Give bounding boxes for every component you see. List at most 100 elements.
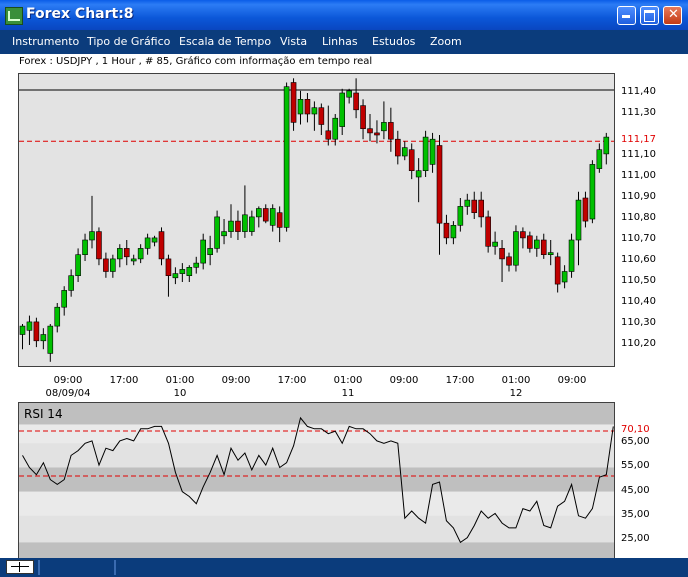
candle-body[interactable] [269, 208, 276, 226]
candle-body[interactable] [436, 145, 443, 224]
candle-body[interactable] [589, 164, 596, 220]
candle-body[interactable] [262, 208, 269, 222]
candle-body[interactable] [450, 225, 457, 239]
candle-body[interactable] [485, 216, 491, 247]
candle-body[interactable] [228, 220, 234, 232]
candle-body[interactable] [540, 239, 547, 255]
candle-body[interactable] [19, 325, 26, 335]
candle-body[interactable] [533, 239, 540, 249]
candle-body[interactable] [249, 216, 255, 232]
candle-body[interactable] [381, 122, 387, 132]
candle-body[interactable] [82, 239, 88, 255]
candle-body[interactable] [68, 275, 74, 291]
candle-body[interactable] [422, 136, 429, 171]
candle-body[interactable] [527, 235, 533, 249]
candle-body[interactable] [297, 98, 304, 115]
candle-body[interactable] [200, 239, 206, 264]
candle-body[interactable] [207, 248, 213, 255]
menu-zoom[interactable]: Zoom [430, 35, 462, 48]
candle-body[interactable] [575, 199, 582, 241]
menu-escala-de-tempo[interactable]: Escala de Tempo [179, 35, 271, 48]
candle-body[interactable] [478, 199, 485, 218]
candle-body[interactable] [103, 258, 109, 272]
candle-body[interactable] [339, 92, 346, 127]
candle-body[interactable] [415, 170, 422, 178]
menu-tipo-de-grafico[interactable]: Tipo de Gráfico [87, 35, 170, 48]
candle-body[interactable] [492, 241, 498, 247]
candle-body[interactable] [110, 258, 116, 272]
candle-body[interactable] [172, 273, 179, 279]
candle-body[interactable] [318, 107, 325, 125]
candle-body[interactable] [61, 290, 68, 308]
candle-body[interactable] [596, 149, 603, 169]
candle-body[interactable] [193, 262, 200, 268]
candle-body[interactable] [283, 86, 290, 228]
candle-body[interactable] [221, 231, 227, 237]
candle-body[interactable] [123, 248, 130, 258]
candle-body[interactable] [353, 92, 359, 111]
candle-body[interactable] [130, 258, 137, 262]
rsi-panel[interactable]: RSI 14 [18, 402, 615, 559]
candle-body[interactable] [54, 306, 61, 327]
candle-body[interactable] [374, 132, 380, 136]
candle-body[interactable] [290, 82, 297, 123]
candle-body[interactable] [256, 208, 262, 218]
candle-body[interactable] [457, 206, 464, 226]
candle-body[interactable] [506, 256, 512, 266]
price-chart-panel[interactable] [18, 73, 615, 367]
candle-body[interactable] [242, 214, 248, 232]
candle-body[interactable] [151, 237, 158, 243]
crosshair-tool-button[interactable] [6, 560, 34, 574]
candle-body[interactable] [367, 128, 373, 134]
candle-body[interactable] [311, 107, 318, 115]
candle-body[interactable] [547, 252, 554, 256]
candle-body[interactable] [429, 138, 436, 165]
candle-body[interactable] [568, 239, 575, 272]
candle-body[interactable] [401, 147, 408, 157]
status-separator [114, 560, 116, 575]
candle-body[interactable] [513, 231, 519, 266]
candle-body[interactable] [471, 199, 478, 213]
menu-estudos[interactable]: Estudos [372, 35, 415, 48]
candle-body[interactable] [332, 117, 339, 140]
menu-vista[interactable]: Vista [280, 35, 307, 48]
candle-body[interactable] [603, 136, 610, 155]
candle-body[interactable] [179, 269, 186, 274]
candle-body[interactable] [443, 222, 450, 239]
candle-body[interactable] [33, 321, 40, 342]
candle-body[interactable] [137, 248, 144, 260]
candle-body[interactable] [554, 256, 561, 285]
candle-body[interactable] [89, 231, 95, 241]
candle-body[interactable] [346, 90, 352, 98]
candle-body[interactable] [235, 220, 241, 232]
candle-body[interactable] [158, 231, 165, 260]
candle-body[interactable] [186, 267, 193, 277]
candle-body[interactable] [47, 325, 54, 354]
candle-body[interactable] [40, 334, 47, 342]
candle-body[interactable] [394, 138, 401, 157]
candle-body[interactable] [388, 122, 394, 140]
candle-body[interactable] [117, 248, 123, 260]
candle-body[interactable] [165, 258, 172, 276]
candle-body[interactable] [96, 231, 102, 260]
candle-body[interactable] [464, 199, 471, 207]
candle-body[interactable] [582, 197, 589, 222]
candle-body[interactable] [325, 130, 332, 140]
close-button[interactable]: ✕ [663, 6, 682, 25]
candle-body[interactable] [520, 231, 526, 239]
menu-instrumento[interactable]: Instrumento [12, 35, 79, 48]
candle-body[interactable] [561, 271, 568, 283]
candle-body[interactable] [408, 149, 415, 171]
price-tick: 110,60 [621, 254, 656, 265]
candle-body[interactable] [304, 98, 311, 115]
candle-body[interactable] [276, 212, 283, 228]
candle-body[interactable] [499, 248, 505, 260]
candle-body[interactable] [214, 216, 220, 249]
candle-body[interactable] [26, 321, 33, 331]
candle-body[interactable] [75, 254, 81, 276]
minimize-button[interactable] [617, 6, 636, 25]
candle-body[interactable] [360, 105, 366, 130]
candle-body[interactable] [144, 237, 151, 249]
maximize-button[interactable] [640, 6, 659, 25]
menu-linhas[interactable]: Linhas [322, 35, 358, 48]
